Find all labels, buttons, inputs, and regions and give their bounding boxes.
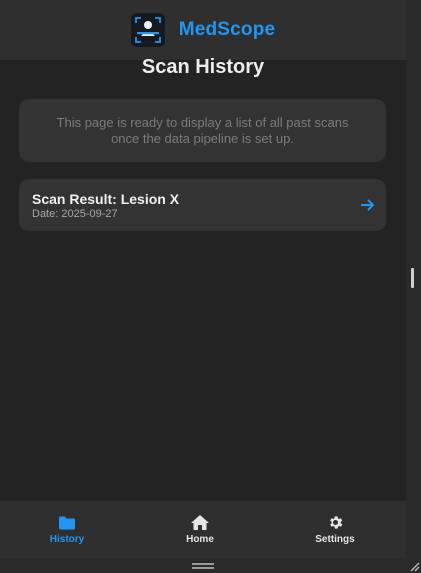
bottom-navigation: History Home Settings bbox=[0, 501, 406, 558]
scanner-person-icon bbox=[130, 13, 165, 47]
nav-settings[interactable]: Settings bbox=[285, 501, 385, 558]
scrollbar-handle[interactable] bbox=[411, 268, 414, 288]
scan-date: Date: 2025-09-27 bbox=[32, 208, 118, 220]
brand-name: MedScope bbox=[178, 19, 276, 40]
drag-handle[interactable] bbox=[192, 563, 214, 569]
scan-result-card[interactable]: Scan Result: Lesion X Date: 2025-09-27 bbox=[19, 179, 386, 231]
nav-home-label: Home bbox=[186, 534, 214, 545]
scan-title: Scan Result: Lesion X bbox=[32, 191, 180, 207]
placeholder-notice: This page is ready to display a list of … bbox=[19, 99, 386, 162]
page-title: Scan History bbox=[141, 56, 265, 78]
nav-history[interactable]: History bbox=[17, 501, 117, 558]
folder-icon bbox=[59, 516, 75, 529]
app-window: MedScope Scan History This page is ready… bbox=[0, 0, 406, 558]
resize-grip-icon[interactable] bbox=[408, 560, 420, 572]
gear-icon bbox=[329, 516, 342, 529]
arrow-right-icon[interactable] bbox=[360, 197, 376, 213]
app-header: MedScope bbox=[0, 0, 406, 60]
nav-history-label: History bbox=[49, 533, 85, 545]
nav-home[interactable]: Home bbox=[150, 501, 250, 558]
nav-settings-label: Settings bbox=[315, 534, 355, 545]
home-icon bbox=[191, 515, 209, 530]
